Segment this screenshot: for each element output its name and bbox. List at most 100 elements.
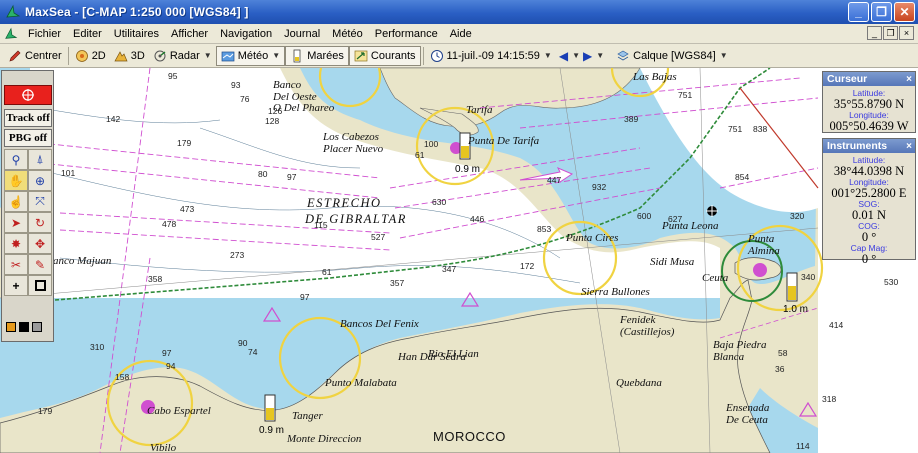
- menu-utilitaires[interactable]: Utilitaires: [108, 28, 165, 40]
- center-button[interactable]: Centrer: [4, 46, 66, 66]
- instruments-panel-header[interactable]: Instruments ×: [823, 139, 915, 153]
- move-tool[interactable]: ✥: [28, 233, 52, 254]
- depth-sounding: 36: [775, 364, 785, 374]
- menu-performance[interactable]: Performance: [369, 28, 444, 40]
- courants-button[interactable]: Courants: [348, 45, 421, 66]
- label-banco-oeste: Banco Del Oeste O Del Phareo: [273, 79, 335, 115]
- label-rio-lian: Rio El Lian: [428, 348, 479, 360]
- swatch-black[interactable]: [19, 322, 29, 332]
- instruments-panel-close-icon[interactable]: ×: [903, 141, 915, 152]
- label-sierra-bullones: Sierra Bullones: [581, 286, 650, 298]
- meteo-button[interactable]: Météo ▼: [215, 45, 286, 66]
- mdi-restore-button[interactable]: ❐: [883, 26, 898, 40]
- depth-sounding: 318: [822, 394, 837, 404]
- mdi-minimize-button[interactable]: _: [867, 26, 882, 40]
- swatch-orange[interactable]: [6, 322, 16, 332]
- tool-grid: ⚲ ⍋ ✋ ⊕ ☝ ⤧ ➤ ↻ ✸ ✥ ✂ ✎ +: [4, 149, 52, 296]
- depth-sounding: 627: [668, 214, 683, 224]
- menu-editer[interactable]: Editer: [67, 28, 108, 40]
- window-title: MaxSea - [C-MAP 1:250 000 [WGS84] ]: [25, 5, 249, 19]
- depth-sounding: 340: [801, 272, 816, 282]
- depth-sounding: 446: [470, 214, 485, 224]
- menu-bar: Fichier Editer Utilitaires Afficher Navi…: [0, 24, 918, 44]
- label-tarifa: Tarifa: [466, 104, 493, 116]
- close-button[interactable]: ✕: [894, 2, 915, 22]
- menu-aide[interactable]: Aide: [444, 28, 478, 40]
- time-forward-icon[interactable]: ▶: [580, 49, 595, 63]
- swatch-grey[interactable]: [32, 322, 42, 332]
- menu-afficher[interactable]: Afficher: [165, 28, 214, 40]
- nav-tool[interactable]: ⍋: [28, 149, 52, 170]
- cursor-panel: Curseur × Latitude: 35°55.8790 N Longitu…: [822, 71, 916, 133]
- label-cabezos: Los Cabezos Placer Nuevo: [323, 131, 384, 155]
- depth-sounding: 478: [162, 219, 177, 229]
- view-2d-button[interactable]: 2D: [71, 46, 110, 66]
- zoom-tool[interactable]: ⚲: [4, 149, 28, 170]
- depth-sounding: 126: [268, 106, 283, 116]
- depth-sounding: 600: [637, 211, 652, 221]
- pbg-off-button[interactable]: PBG off: [4, 129, 52, 147]
- target-button[interactable]: [4, 85, 52, 105]
- datetime-selector[interactable]: 11-juil.-09 14:15:59 ▼: [426, 46, 556, 66]
- title-bar[interactable]: MaxSea - [C-MAP 1:250 000 [WGS84] ] _ ❐ …: [0, 0, 918, 24]
- scissors-icon: ✂: [10, 257, 22, 272]
- rotate-tool[interactable]: ↻: [28, 212, 52, 233]
- nautical-chart-view[interactable]: Banco Del Oeste O Del Phareo Los Cabezos…: [0, 68, 918, 453]
- depth-sounding: 414: [829, 320, 844, 330]
- grab-tool[interactable]: ☝: [4, 191, 28, 212]
- menu-journal[interactable]: Journal: [278, 28, 326, 40]
- depth-sounding: 853: [537, 224, 552, 234]
- mdi-close-button[interactable]: ×: [899, 26, 914, 40]
- time-forward-dropdown-icon[interactable]: ▼: [596, 51, 604, 60]
- gauge-label-tanger: 0.9 m: [259, 425, 285, 436]
- depth-sounding: 128: [265, 116, 280, 126]
- clock-icon: [430, 49, 443, 62]
- cursor-panel-close-icon[interactable]: ×: [903, 74, 915, 85]
- square-tool[interactable]: [28, 275, 52, 296]
- marees-button[interactable]: Marées: [285, 45, 349, 66]
- depth-sounding: 838: [753, 124, 768, 134]
- cut-tool[interactable]: ✂: [4, 254, 28, 275]
- menu-navigation[interactable]: Navigation: [214, 28, 278, 40]
- menu-fichier[interactable]: Fichier: [22, 28, 67, 40]
- depth-sounding: 58: [778, 348, 788, 358]
- center-tool[interactable]: ⊕: [28, 170, 52, 191]
- select-tool[interactable]: ➤: [4, 212, 28, 233]
- calque-selector[interactable]: Calque [WGS84] ▼: [612, 46, 731, 66]
- cursor-panel-header[interactable]: Curseur ×: [823, 72, 915, 86]
- mark-tool[interactable]: ✸: [4, 233, 28, 254]
- plus-tool[interactable]: +: [4, 275, 28, 296]
- draw-tool[interactable]: ✎: [28, 254, 52, 275]
- hazard-triangle: [798, 401, 818, 417]
- cursor-panel-title: Curseur: [827, 73, 868, 85]
- restore-button[interactable]: ❐: [871, 2, 892, 22]
- time-back-icon[interactable]: ◀: [556, 49, 571, 63]
- radar-dropdown-icon[interactable]: ▼: [204, 51, 212, 60]
- track-off-button[interactable]: Track off: [4, 109, 52, 127]
- calque-dropdown-icon[interactable]: ▼: [720, 51, 728, 60]
- menu-meteo[interactable]: Météo: [326, 28, 369, 40]
- pan-tool[interactable]: ✋: [4, 170, 28, 191]
- meteo-label: Météo: [237, 49, 269, 62]
- magnifier-icon: ⚲: [11, 152, 21, 167]
- depth-sounding: 358: [148, 274, 163, 284]
- label-fenidek: Fenidek (Castillejos): [620, 314, 675, 338]
- label-ceuta: Ceuta: [702, 272, 729, 284]
- instruments-panel: Instruments × Latitude: 38°44.0398 N Lon…: [822, 138, 916, 266]
- depth-sounding: 530: [884, 277, 899, 287]
- meteo-dropdown-icon[interactable]: ▼: [272, 51, 280, 60]
- depth-sounding: 61: [415, 150, 425, 160]
- view-3d-button[interactable]: 3D: [110, 46, 149, 66]
- expand-tool[interactable]: ⤧: [28, 191, 52, 212]
- label-punta-cires: Punta Cires: [566, 232, 619, 244]
- depth-sounding: 357: [390, 278, 405, 288]
- depth-sounding: 97: [287, 172, 297, 182]
- label-tanger: Tanger: [292, 410, 323, 422]
- time-back-dropdown-icon[interactable]: ▼: [572, 51, 580, 60]
- tool-palette: Track off PBG off ⚲ ⍋ ✋ ⊕ ☝ ⤧ ➤ ↻ ✸ ✥ ✂ …: [1, 70, 54, 342]
- minimize-button[interactable]: _: [848, 2, 869, 22]
- datetime-dropdown-icon[interactable]: ▼: [544, 51, 552, 60]
- radar-button[interactable]: Radar ▼: [149, 46, 216, 66]
- depth-sounding: 273: [230, 250, 245, 260]
- label-ensenada: Ensenada De Ceuta: [726, 402, 770, 426]
